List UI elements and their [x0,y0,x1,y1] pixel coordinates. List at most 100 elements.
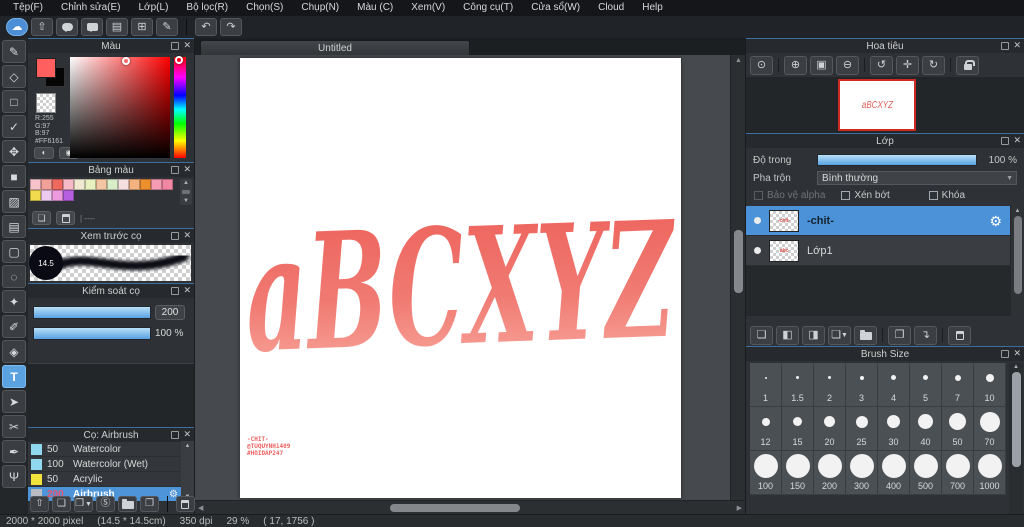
rotate-left-icon[interactable]: ↺ [870,55,893,75]
navigator-thumbnail[interactable]: aBCXYZ [838,79,916,131]
menu-item[interactable]: Bộ lọc(R) [177,0,237,16]
brush-size-cell[interactable]: 7 [942,363,974,407]
delete-brush-icon[interactable] [175,496,195,512]
scroll-up-icon[interactable]: ▲ [1013,364,1019,370]
close-icon[interactable]: ✕ [1013,349,1021,358]
brush-size-slider[interactable] [33,306,151,319]
palette-swatch[interactable] [85,179,96,190]
select-eraser-tool-icon[interactable]: ◈ [2,340,26,363]
layer-row[interactable]: -chit- -chit- ⚙ [746,206,1010,236]
add-1bit-layer-icon[interactable]: ◨ [802,325,825,345]
brush-list-item[interactable]: 50 Watercolor [28,442,181,457]
brush-size-cell[interactable]: 4 [878,363,910,407]
lasso-tool-icon[interactable]: ◌ [2,265,26,288]
foreground-color-swatch[interactable] [36,58,56,78]
canvas-vertical-scrollbar[interactable]: ▲ ▼ [730,55,745,514]
saturation-value-square[interactable] [70,57,170,158]
palette-swatch[interactable] [63,179,74,190]
layer-folder-icon[interactable] [854,325,877,345]
brush-size-cell[interactable]: 50 [942,407,974,451]
close-icon[interactable]: ✕ [1013,41,1021,50]
add-palette-color-icon[interactable]: ❏ [32,211,51,225]
brush-size-cell[interactable]: 20 [814,407,846,451]
layer-row[interactable]: abc Lớp1 [746,236,1010,266]
close-icon[interactable]: ✕ [183,231,191,240]
eraser-tool-icon[interactable]: ◇ [2,65,26,88]
palette-swatch[interactable] [96,179,107,190]
close-icon[interactable]: ✕ [1013,136,1021,145]
magic-wand-tool-icon[interactable]: ✦ [2,290,26,313]
horizontal-scroll-thumb[interactable] [390,504,520,512]
checkbox-box[interactable] [754,191,763,200]
checkbox-khóa[interactable]: Khóa [928,190,1016,201]
popout-icon[interactable] [171,430,180,439]
add-brush-menu-icon[interactable]: ❐ ▼ [74,496,94,512]
brush-opacity-slider[interactable] [33,327,151,340]
palette-swatch[interactable] [129,179,140,190]
palette-swatch[interactable] [52,190,63,201]
comment-icon[interactable] [56,18,78,36]
palette-swatch[interactable] [41,179,52,190]
canvas-horizontal-scrollbar[interactable]: ◀ ▶ [195,500,745,514]
brush-size-cell[interactable]: 15 [782,407,814,451]
menu-item[interactable]: Chỉnh sửa(E) [52,0,130,16]
brush-size-cell[interactable]: 3 [846,363,878,407]
brush-size-cell[interactable]: 1.5 [782,363,814,407]
close-icon[interactable]: ✕ [183,165,191,174]
menu-item[interactable]: Xem(V) [402,0,454,16]
zoom-in-icon[interactable]: ⊕ [784,55,807,75]
scroll-up-icon[interactable]: ▲ [731,57,746,64]
gear-icon[interactable]: ⚙ [989,214,1002,228]
publish-icon[interactable]: ⇧ [31,18,53,36]
palette-swatch[interactable] [52,179,63,190]
delete-palette-color-icon[interactable] [56,211,75,225]
sv-marker[interactable] [122,57,130,65]
brush-list-item[interactable]: 100 Watercolor (Wet) [28,457,181,472]
close-icon[interactable]: ✕ [183,41,191,50]
gradient-tool-icon[interactable]: ▤ [2,215,26,238]
brush-size-scroll-thumb[interactable] [1011,372,1021,467]
document-icon[interactable]: ▤ [106,18,128,36]
hue-marker[interactable] [175,56,183,64]
menu-item[interactable]: Công cụ(T) [454,0,522,16]
brush-tool-icon[interactable]: ✎ [2,40,26,63]
delete-layer-icon[interactable] [948,325,971,345]
menu-item[interactable]: Màu (C) [348,0,402,16]
close-icon[interactable]: ✕ [183,430,191,439]
scroll-down-icon[interactable]: ▼ [183,198,189,204]
palette-swatch[interactable] [107,179,118,190]
canvas-page[interactable]: aBCXYZ -CHIT- @TUQUYNH1409 #HOIDAP247 [240,58,681,498]
rotate-right-icon[interactable]: ↻ [922,55,945,75]
cloud-save-icon[interactable]: ☁ [6,18,28,36]
menu-item[interactable]: Cloud [589,0,633,16]
brush-size-cell[interactable]: 10 [974,363,1006,407]
brush-list-item[interactable]: 50 Acrylic [28,472,181,487]
transparent-color-swatch[interactable] [36,93,56,113]
brush-size-value[interactable]: 200 [155,305,185,320]
message-icon[interactable] [81,18,103,36]
brush-size-cell[interactable]: 100 [750,451,782,495]
zoom-tool-icon[interactable]: ⊙ [750,55,773,75]
menu-item[interactable]: Lớp(L) [130,0,178,16]
close-icon[interactable]: ✕ [183,286,191,295]
brush-size-scrollbar[interactable]: ▲ [1009,363,1023,518]
brush-size-cell[interactable]: 40 [910,407,942,451]
palette-swatch[interactable] [41,190,52,201]
popout-icon[interactable] [1001,136,1010,145]
popout-icon[interactable] [1001,41,1010,50]
layer-visibility-icon[interactable] [754,217,761,224]
fill-rect-tool-icon[interactable]: ■ [2,165,26,188]
popout-icon[interactable] [171,41,180,50]
redo-icon[interactable]: ↷ [220,18,242,36]
select-pen-tool-icon[interactable]: ✐ [2,315,26,338]
scroll-left-icon[interactable]: ◀ [198,504,203,512]
divide-tool-icon[interactable]: ✂ [2,415,26,438]
menu-item[interactable]: Tệp(F) [4,0,52,16]
palette-swatch[interactable] [118,179,129,190]
brush-folder-icon[interactable] [118,496,138,512]
reset-rotation-icon[interactable]: ✛ [896,55,919,75]
palette-swatch[interactable] [162,179,173,190]
palette-swatch[interactable] [140,179,151,190]
upload-brush-icon[interactable]: ⇧ [30,496,50,512]
vertical-scroll-thumb[interactable] [734,230,743,293]
